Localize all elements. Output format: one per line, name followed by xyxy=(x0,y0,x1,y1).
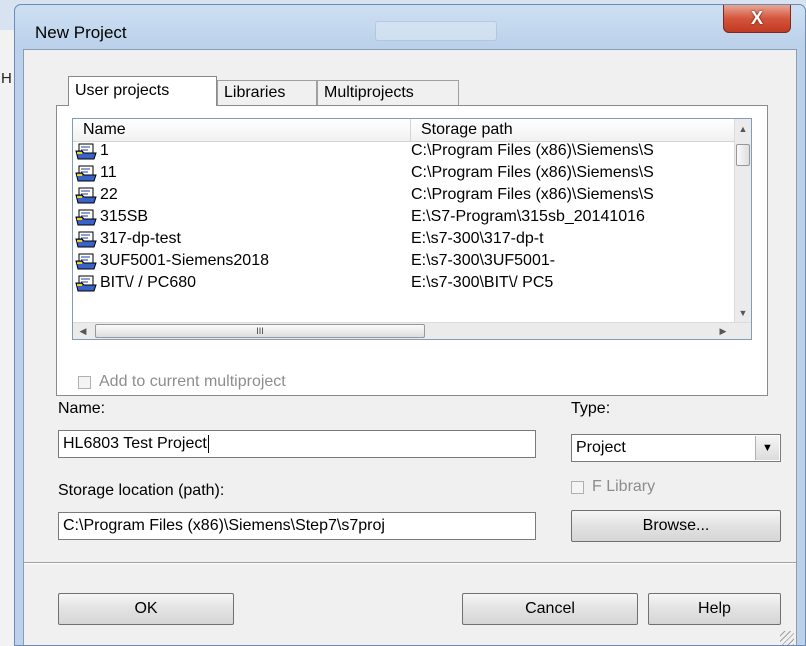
table-row[interactable]: 1 C:\Program Files (x86)\Siemens\S xyxy=(73,141,737,161)
row-name: 22 xyxy=(100,186,118,203)
row-name: BIT\/ / PC680 xyxy=(100,274,197,291)
row-name-cell: 3UF5001-Siemens2018 xyxy=(75,251,269,271)
resize-grip-icon[interactable] xyxy=(780,631,794,645)
table-row[interactable]: 317-dp-test E:\s7-300\317-dp-t xyxy=(73,229,737,249)
project-icon xyxy=(75,142,97,160)
project-list[interactable]: Name Storage path 1 C:\Program Files (x86… xyxy=(72,118,752,340)
row-name-cell: 1 xyxy=(75,141,109,161)
vertical-scrollbar[interactable]: ▲ ▼ xyxy=(734,119,751,323)
browse-button[interactable]: Browse... xyxy=(571,510,781,542)
close-button[interactable]: X xyxy=(723,5,791,33)
project-icon xyxy=(75,208,97,226)
storage-location-label: Storage location (path): xyxy=(58,482,225,499)
row-name: 1 xyxy=(100,142,109,159)
f-library-checkbox[interactable]: F Library xyxy=(571,478,655,496)
row-storage-path: E:\s7-300\3UF5001- xyxy=(411,252,556,269)
row-name-cell: 11 xyxy=(75,163,117,183)
project-icon xyxy=(75,186,97,204)
row-storage-path: C:\Program Files (x86)\Siemens\S xyxy=(411,186,654,203)
row-name-cell: BIT\/ / PC680 xyxy=(75,273,196,293)
table-row[interactable]: 22 C:\Program Files (x86)\Siemens\S xyxy=(73,185,737,205)
chevron-down-icon[interactable]: ▼ xyxy=(755,436,779,460)
table-row[interactable]: 3UF5001-Siemens2018 E:\s7-300\3UF5001- xyxy=(73,251,737,271)
row-storage-path: E:\s7-300\BIT\/ PC5 xyxy=(411,274,554,291)
scroll-down-icon[interactable]: ▼ xyxy=(735,305,751,321)
row-name-cell: 22 xyxy=(75,185,118,205)
row-name: 3UF5001-Siemens2018 xyxy=(100,252,269,269)
vertical-scroll-thumb[interactable] xyxy=(736,144,750,166)
name-label: Name: xyxy=(58,400,106,417)
tab-multiprojects[interactable]: Multiprojects xyxy=(317,80,459,106)
row-name-cell: 315SB xyxy=(75,207,148,227)
project-icon xyxy=(75,230,97,248)
ok-button[interactable]: OK xyxy=(58,593,234,625)
checkbox-box xyxy=(571,480,584,494)
checkbox-label: Add to current multiproject xyxy=(99,373,286,390)
row-name: 317-dp-test xyxy=(100,230,181,247)
row-storage-path: E:\S7-Program\315sb_20141016 xyxy=(411,208,645,225)
tab-libraries[interactable]: Libraries xyxy=(217,80,317,106)
table-row[interactable]: 315SB E:\S7-Program\315sb_20141016 xyxy=(73,207,737,227)
type-select[interactable]: Project ▼ xyxy=(571,434,781,462)
project-icon xyxy=(75,252,97,270)
row-storage-path: C:\Program Files (x86)\Siemens\S xyxy=(411,164,654,181)
text-caret xyxy=(207,434,209,453)
type-select-value: Project xyxy=(576,439,626,456)
type-label: Type: xyxy=(571,400,611,417)
horizontal-scroll-thumb[interactable]: III xyxy=(95,324,425,338)
horizontal-scrollbar[interactable]: ◀ III ▶ xyxy=(73,322,751,339)
table-row[interactable]: 11 C:\Program Files (x86)\Siemens\S xyxy=(73,163,737,183)
background-menu-letter: H xyxy=(1,70,12,87)
project-icon xyxy=(75,274,97,292)
project-icon xyxy=(75,164,97,182)
button-separator xyxy=(24,562,796,564)
dialog-title: New Project xyxy=(35,23,127,42)
close-icon: X xyxy=(750,8,763,28)
checkbox-box xyxy=(78,375,91,389)
dialog-client: User projects Libraries Multiprojects Na… xyxy=(23,49,797,645)
tab-label: Multiprojects xyxy=(324,84,414,101)
tab-label: Libraries xyxy=(224,84,286,101)
row-name-cell: 317-dp-test xyxy=(75,229,181,249)
scroll-up-icon[interactable]: ▲ xyxy=(735,121,751,137)
storage-location-value: C:\Program Files (x86)\Siemens\Step7\s7p… xyxy=(63,517,385,534)
row-storage-path: C:\Program Files (x86)\Siemens\S xyxy=(411,142,654,159)
cancel-button[interactable]: Cancel xyxy=(462,593,638,625)
list-header: Name Storage path xyxy=(73,119,737,142)
tab-label: User projects xyxy=(75,82,170,99)
storage-location-input[interactable]: C:\Program Files (x86)\Siemens\Step7\s7p… xyxy=(58,512,536,540)
column-header-name[interactable]: Name xyxy=(73,119,411,141)
name-input-value: HL6803 Test Project xyxy=(63,435,207,452)
user-projects-panel: Name Storage path 1 C:\Program Files (x86… xyxy=(56,105,768,396)
scroll-right-icon[interactable]: ▶ xyxy=(715,323,731,339)
row-name: 11 xyxy=(100,164,117,181)
row-name: 315SB xyxy=(100,208,149,225)
table-row[interactable]: BIT\/ / PC680 E:\s7-300\BIT\/ PC5 xyxy=(73,273,737,293)
tab-user-projects[interactable]: User projects xyxy=(68,76,217,106)
row-storage-path: E:\s7-300\317-dp-t xyxy=(411,230,544,247)
checkbox-label: F Library xyxy=(592,478,656,495)
add-to-multiproject-checkbox[interactable]: Add to current multiproject xyxy=(78,373,286,391)
background-ghost-field xyxy=(375,21,497,41)
scroll-left-icon[interactable]: ◀ xyxy=(75,323,91,339)
dialog-titlebar[interactable]: New Project X xyxy=(15,5,805,49)
column-header-storage-path[interactable]: Storage path xyxy=(411,119,737,141)
name-input[interactable]: HL6803 Test Project xyxy=(58,430,536,458)
help-button[interactable]: Help xyxy=(648,593,781,625)
new-project-dialog: New Project X User projects Libraries Mu… xyxy=(14,4,806,646)
